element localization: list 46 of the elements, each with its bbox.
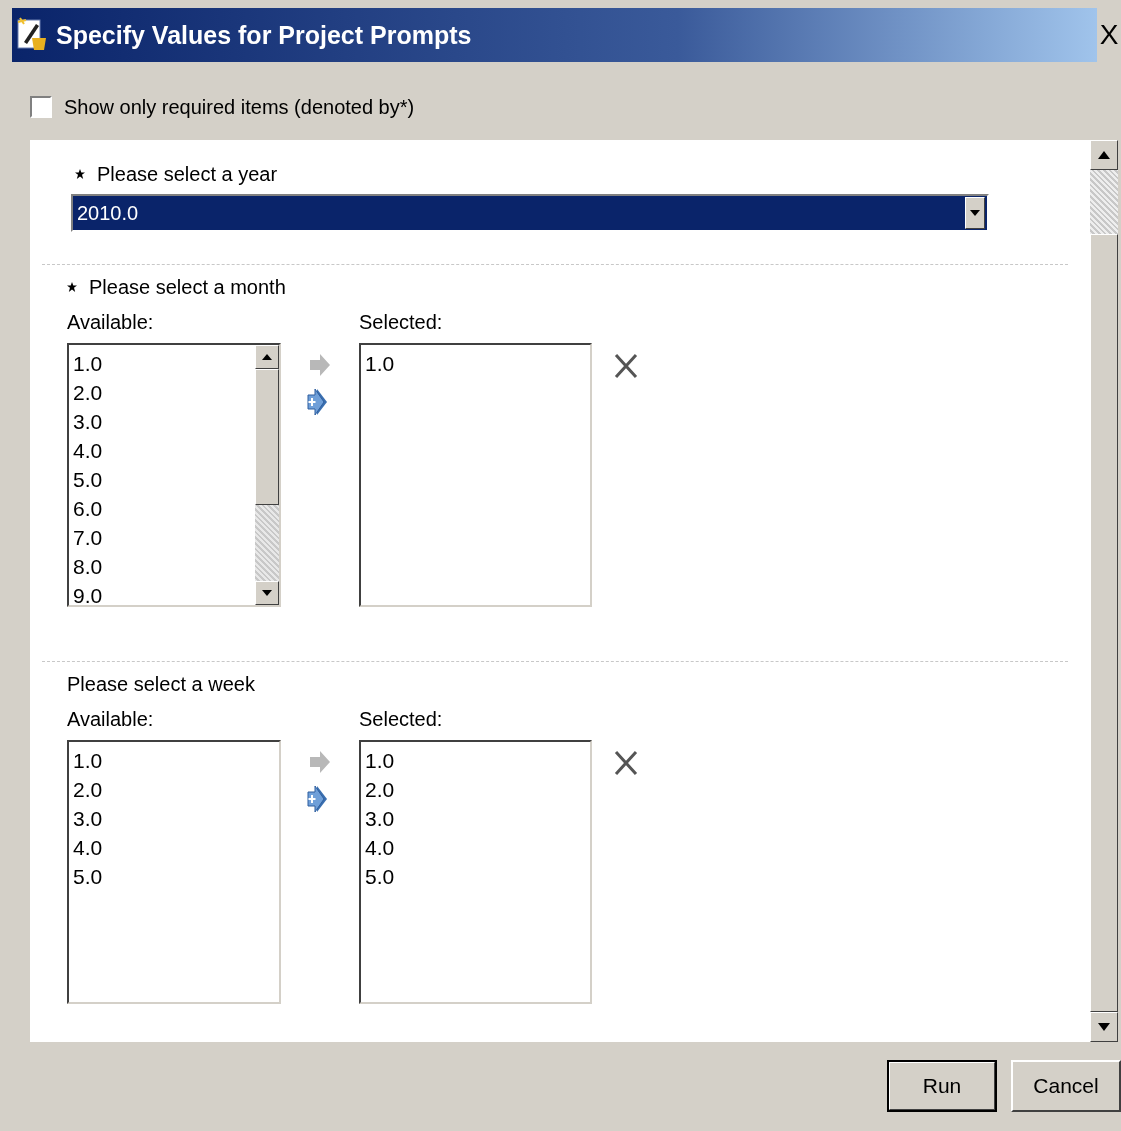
list-item[interactable]: 1.0	[365, 349, 590, 378]
list-scrollbar[interactable]	[255, 345, 279, 605]
selected-list[interactable]: 1.0	[359, 343, 592, 607]
scroll-up-icon[interactable]	[262, 354, 272, 360]
list-item[interactable]: 1.0	[365, 746, 590, 775]
list-item[interactable]: 5.0	[365, 862, 590, 891]
list-item[interactable]: 2.0	[73, 775, 279, 804]
scroll-up-icon[interactable]	[1098, 151, 1110, 159]
prompt-label: Please select a year	[97, 162, 278, 186]
list-heading: Available:	[67, 708, 155, 732]
available-list[interactable]: 1.0 2.0 3.0 4.0 5.0 6.0 7.0 8.0 9.0	[67, 343, 281, 607]
list-item[interactable]: 3.0	[73, 407, 255, 436]
dialog-button[interactable]: Run	[887, 1060, 997, 1112]
list-item[interactable]: 6.0	[73, 494, 255, 523]
list-heading: Selected:	[359, 311, 444, 335]
window-title: Specify Values for Project Prompts	[56, 20, 472, 50]
scroll-down-icon[interactable]	[262, 590, 272, 596]
list-item[interactable]: 7.0	[73, 523, 255, 552]
available-list[interactable]: 1.0 2.0 3.0 4.0 5.0	[67, 740, 281, 1004]
checkbox[interactable]	[30, 96, 52, 118]
list-item[interactable]: 5.0	[73, 465, 255, 494]
remove-icon[interactable]	[614, 353, 638, 379]
list-item[interactable]: 3.0	[365, 804, 590, 833]
list-heading: Selected:	[359, 708, 444, 732]
list-item[interactable]: 2.0	[73, 378, 255, 407]
selected-list[interactable]: 1.0 2.0 3.0 4.0 5.0	[359, 740, 592, 1004]
list-heading: Available:	[67, 311, 155, 335]
prompt-label: Please select a month	[89, 275, 286, 299]
list-item[interactable]: 2.0	[365, 775, 590, 804]
list-item[interactable]: 4.0	[73, 436, 255, 465]
year-dropdown[interactable]: 2010.0	[71, 194, 989, 232]
list-item[interactable]: 1.0	[73, 349, 255, 378]
list-item[interactable]: 5.0	[73, 862, 279, 891]
list-item[interactable]: 4.0	[365, 833, 590, 862]
list-item[interactable]: 8.0	[73, 552, 255, 581]
remove-icon[interactable]	[614, 750, 638, 776]
scrollbar-thumb[interactable]	[255, 369, 279, 505]
list-item[interactable]: 1.0	[73, 746, 279, 775]
dialog-button[interactable]: Cancel	[1011, 1060, 1121, 1112]
close-button[interactable]: X	[1097, 8, 1121, 62]
list-item[interactable]: 4.0	[73, 833, 279, 862]
scroll-down-icon[interactable]	[1098, 1023, 1110, 1031]
list-item[interactable]: 9.0	[73, 581, 255, 610]
prompt-label: Please select a week	[67, 672, 255, 696]
list-item[interactable]: 3.0	[73, 804, 279, 833]
checkbox-label: Show only required items (denoted by*)	[64, 95, 415, 119]
